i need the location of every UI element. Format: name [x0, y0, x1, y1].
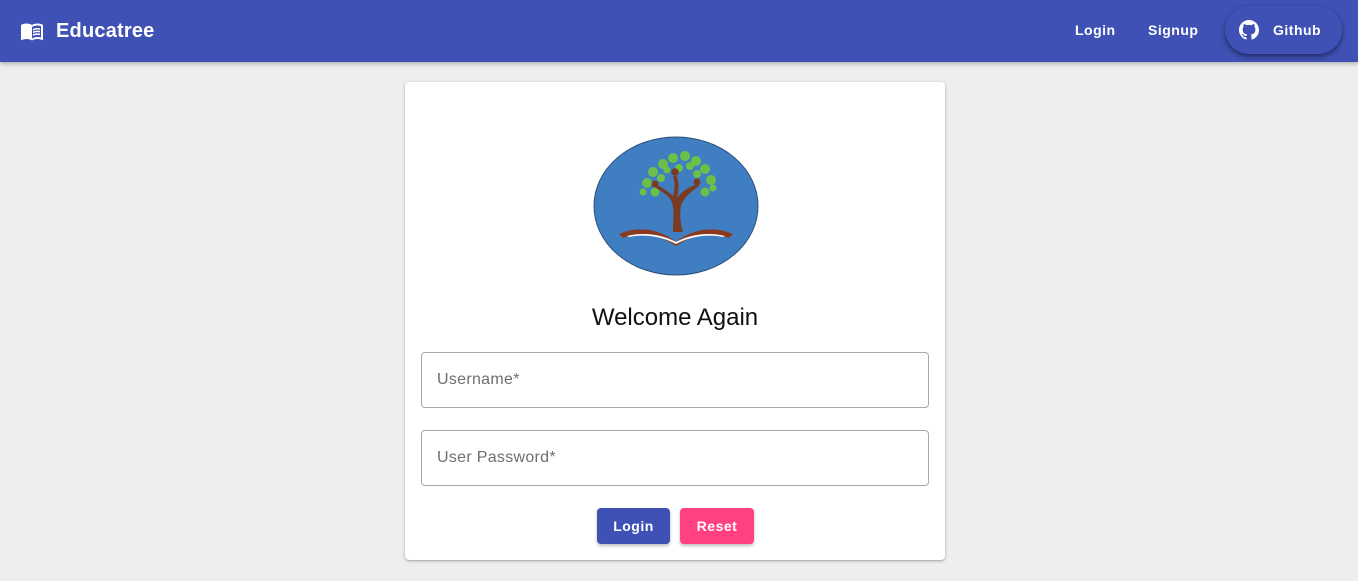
app-title: Educatree: [56, 19, 155, 42]
menu-book-icon: [20, 19, 44, 43]
nav-login-button[interactable]: Login: [1067, 14, 1124, 46]
brand[interactable]: Educatree: [20, 0, 155, 62]
github-button[interactable]: Github: [1225, 6, 1342, 54]
username-input[interactable]: [422, 353, 928, 407]
reset-button[interactable]: Reset: [680, 508, 754, 544]
github-icon: [1239, 20, 1259, 40]
app-bar: Educatree Login Signup Github: [0, 0, 1358, 62]
password-input[interactable]: [422, 431, 928, 485]
login-button[interactable]: Login: [597, 508, 670, 544]
nav-signup-button[interactable]: Signup: [1140, 14, 1206, 46]
educatree-logo: [593, 136, 759, 276]
username-field[interactable]: [421, 352, 929, 408]
github-label: Github: [1273, 22, 1322, 38]
password-field[interactable]: [421, 430, 929, 486]
welcome-heading: Welcome Again: [591, 304, 759, 331]
login-card: Welcome Again Login Reset: [405, 82, 945, 560]
